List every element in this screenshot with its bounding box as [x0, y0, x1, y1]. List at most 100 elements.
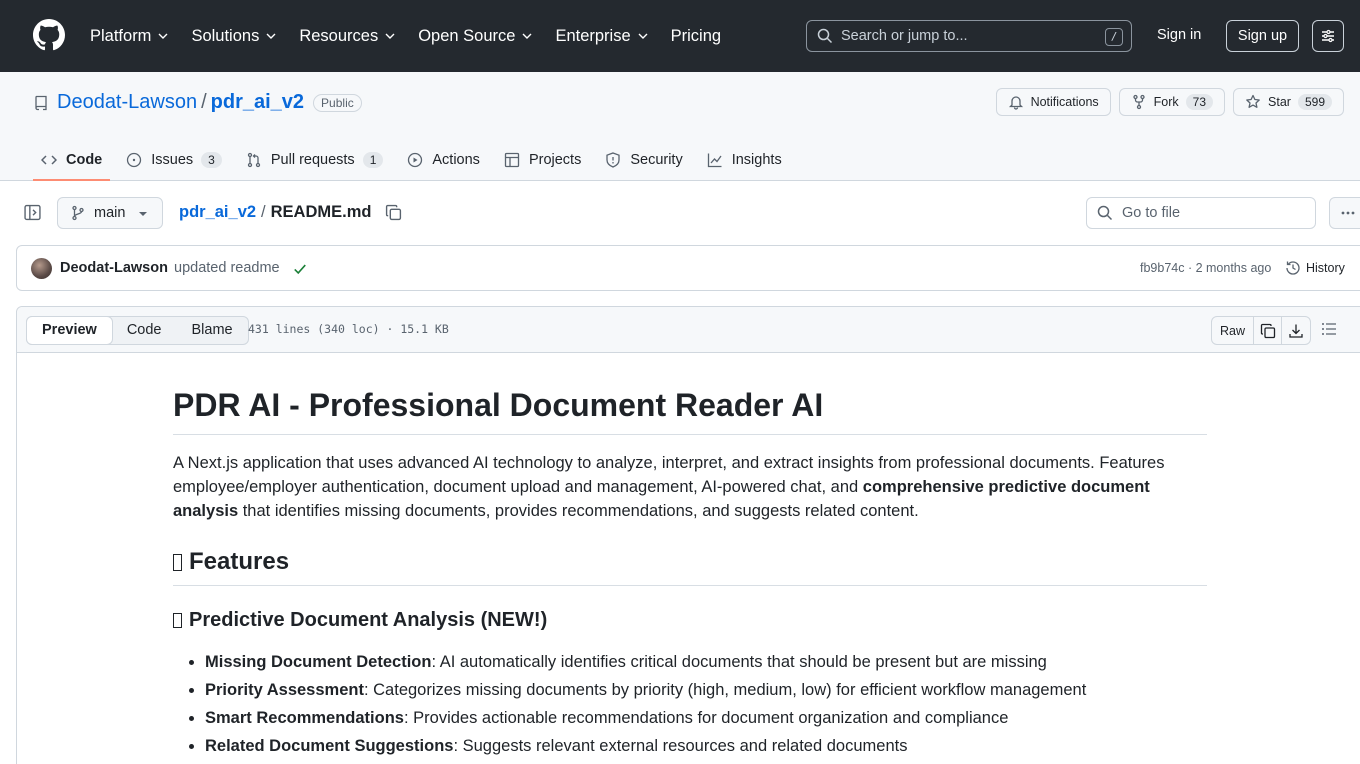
- nav-solutions[interactable]: Solutions: [191, 27, 277, 46]
- readme-content: PDR AI - Professional Document Reader AI…: [173, 353, 1207, 760]
- predictive-analysis-heading: Predictive Document Analysis (NEW!): [173, 608, 1207, 633]
- nav-label: Open Source: [418, 26, 516, 45]
- tab-security[interactable]: Security: [597, 139, 690, 181]
- copy-path-icon[interactable]: [385, 204, 402, 221]
- issue-icon: [127, 152, 142, 168]
- tab-label: Actions: [432, 152, 480, 168]
- commit-author[interactable]: Deodat-Lawson: [60, 260, 168, 276]
- shield-icon: [606, 152, 620, 168]
- fork-label: Fork: [1153, 95, 1179, 109]
- tab-label: Issues: [151, 152, 194, 168]
- fork-count: 73: [1185, 94, 1214, 110]
- feature-name: Related Document Suggestions: [205, 737, 454, 756]
- sign-in-link[interactable]: Sign in: [1157, 27, 1201, 43]
- file-stats: 431 lines (340 loc) · 15.1 KB: [248, 322, 449, 336]
- header-menu-button[interactable]: [1312, 20, 1344, 52]
- caret-down-icon: [139, 212, 147, 216]
- chevron-down-icon: [158, 33, 168, 39]
- tab-label: Projects: [528, 152, 582, 168]
- copy-raw-button[interactable]: [1254, 317, 1282, 344]
- intro-text-end: that identifies missing documents, provi…: [238, 502, 919, 521]
- feature-desc: : Suggests relevant external resources a…: [453, 737, 908, 756]
- history-label: History: [1306, 261, 1345, 275]
- repo-title: Deodat-Lawson / pdr_ai_v2 Public: [33, 91, 362, 114]
- repo-owner-link[interactable]: Deodat-Lawson: [57, 91, 197, 114]
- visibility-badge: Public: [313, 93, 362, 112]
- raw-button[interactable]: Raw: [1212, 317, 1254, 344]
- fork-button[interactable]: Fork 73: [1118, 88, 1226, 116]
- issues-count: 3: [201, 152, 222, 168]
- download-raw-button[interactable]: [1282, 317, 1310, 344]
- bell-icon: [1008, 96, 1023, 110]
- graph-icon: [707, 153, 722, 168]
- history-button[interactable]: History: [1285, 260, 1345, 276]
- global-nav: Platform Solutions Resources Open Source…: [90, 0, 743, 72]
- go-to-file-input[interactable]: Go to file: [1086, 197, 1316, 229]
- chevron-down-icon: [385, 33, 395, 39]
- readme-title: PDR AI - Professional Document Reader AI: [173, 353, 1207, 436]
- breadcrumb-separator: /: [261, 203, 266, 221]
- check-icon[interactable]: [293, 262, 307, 276]
- star-button[interactable]: Star 599: [1233, 88, 1344, 116]
- code-view-tab[interactable]: Code: [112, 317, 177, 344]
- github-logo-icon[interactable]: [33, 19, 65, 51]
- table-icon: [504, 152, 520, 168]
- preview-tab[interactable]: Preview: [26, 316, 113, 345]
- pull-requests-count: 1: [362, 152, 384, 168]
- repo-name-link[interactable]: pdr_ai_v2: [211, 91, 304, 114]
- tab-issues[interactable]: Issues 3: [118, 139, 230, 181]
- commit-hash-and-date[interactable]: fb9b74c · 2 months ago: [1140, 261, 1271, 275]
- view-mode-switch: Preview Code Blame: [26, 316, 249, 345]
- file-viewer: Preview Code Blame 431 lines (340 loc) ·…: [16, 306, 1360, 764]
- repo-actions: Notifications Fork 73 Star 599: [988, 88, 1344, 116]
- fork-icon: [1133, 94, 1145, 110]
- feature-name: Missing Document Detection: [205, 653, 432, 672]
- blame-tab[interactable]: Blame: [177, 317, 248, 344]
- repo-separator: /: [201, 91, 207, 113]
- branch-selector[interactable]: main: [57, 197, 163, 229]
- outline-list-icon[interactable]: [1321, 321, 1337, 337]
- commit-message[interactable]: updated readme: [174, 260, 280, 276]
- avatar[interactable]: [31, 258, 52, 279]
- tab-insights[interactable]: Insights: [699, 139, 790, 181]
- repo-header: Deodat-Lawson / pdr_ai_v2 Public Notific…: [0, 72, 1360, 181]
- nav-pricing[interactable]: Pricing: [671, 27, 721, 46]
- search-shortcut-key: /: [1105, 28, 1123, 46]
- star-icon: [1246, 94, 1260, 108]
- global-header: Platform Solutions Resources Open Source…: [0, 0, 1360, 72]
- code-icon: [41, 155, 57, 165]
- tab-projects[interactable]: Projects: [496, 139, 589, 181]
- sign-up-button[interactable]: Sign up: [1226, 20, 1299, 52]
- global-search-input[interactable]: Search or jump to... /: [806, 20, 1132, 52]
- nav-label: Enterprise: [555, 26, 631, 45]
- search-icon: [817, 28, 833, 44]
- nav-resources[interactable]: Resources: [299, 27, 396, 46]
- nav-enterprise[interactable]: Enterprise: [555, 27, 648, 46]
- sidebar-expand-icon[interactable]: [24, 204, 41, 221]
- breadcrumb-file-name: README.md: [270, 203, 372, 221]
- nav-label: Platform: [90, 26, 152, 45]
- feature-name: Priority Assessment: [205, 681, 364, 700]
- nav-label: Solutions: [191, 26, 260, 45]
- play-icon: [408, 152, 423, 168]
- feature-desc: : AI automatically identifies critical d…: [431, 653, 1047, 672]
- file-breadcrumb: pdr_ai_v2 / README.md: [179, 203, 402, 222]
- predictive-heading-text: Predictive Document Analysis (NEW!): [189, 609, 548, 632]
- nav-label: Resources: [299, 26, 379, 45]
- feature-desc: : Categorizes missing documents by prior…: [363, 681, 1087, 700]
- history-icon: [1286, 261, 1300, 275]
- repo-tabs: Code Issues 3 Pull requests 1 Actions Pr…: [33, 139, 798, 181]
- tab-code[interactable]: Code: [33, 139, 111, 181]
- notifications-label: Notifications: [1030, 95, 1099, 109]
- feature-desc: : Provides actionable recommendations fo…: [403, 709, 1009, 728]
- nav-platform[interactable]: Platform: [90, 27, 169, 46]
- tab-actions[interactable]: Actions: [399, 139, 488, 181]
- notifications-button[interactable]: Notifications: [995, 88, 1111, 116]
- nav-open-source[interactable]: Open Source: [418, 27, 533, 46]
- tab-pull-requests[interactable]: Pull requests 1: [238, 139, 392, 181]
- breadcrumb-repo-link[interactable]: pdr_ai_v2: [179, 203, 256, 222]
- more-options-button[interactable]: [1329, 197, 1360, 229]
- tab-label: Pull requests: [270, 152, 355, 168]
- star-label: Star: [1268, 95, 1291, 109]
- search-placeholder: Search or jump to...: [841, 28, 968, 44]
